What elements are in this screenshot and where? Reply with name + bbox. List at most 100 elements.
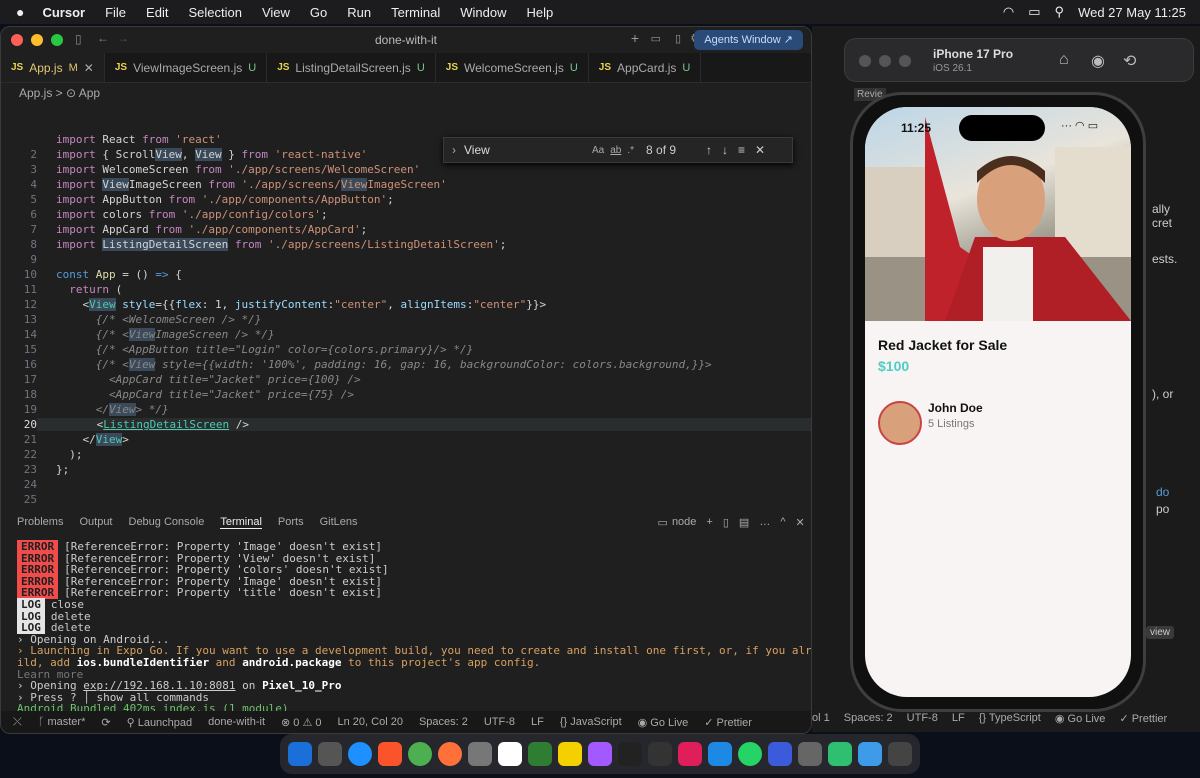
line-number: 16 bbox=[23, 358, 37, 371]
menu-go[interactable]: Go bbox=[310, 5, 327, 20]
project-status[interactable]: done-with-it bbox=[208, 716, 265, 728]
tab-output[interactable]: Output bbox=[79, 516, 112, 528]
menu-edit[interactable]: Edit bbox=[146, 5, 168, 20]
menu-file[interactable]: File bbox=[105, 5, 126, 20]
settings-icon[interactable] bbox=[468, 742, 492, 766]
menu-view[interactable]: View bbox=[262, 5, 290, 20]
menu-window[interactable]: Window bbox=[460, 5, 506, 20]
notion-icon[interactable] bbox=[498, 742, 522, 766]
tab-debug-console[interactable]: Debug Console bbox=[129, 516, 205, 528]
brave-icon[interactable] bbox=[378, 742, 402, 766]
close-button[interactable] bbox=[859, 55, 871, 67]
close-panel-icon[interactable]: ✕ bbox=[796, 516, 805, 529]
mongodb-icon[interactable] bbox=[528, 742, 552, 766]
prettier-status[interactable]: ✓ Prettier bbox=[704, 716, 752, 729]
menu-app-name[interactable]: Cursor bbox=[42, 5, 85, 20]
trash-icon[interactable] bbox=[888, 742, 912, 766]
phone-screen[interactable]: 11:25 ··· ◠ ▭ Red Jacket for Sale $100 J… bbox=[865, 107, 1131, 697]
terminal-icon[interactable]: ▭ bbox=[658, 516, 668, 529]
cursor-position[interactable]: Ln 20, Col 20 bbox=[338, 716, 403, 728]
seller-name[interactable]: John Doe bbox=[928, 401, 983, 415]
seller-listings: 5 Listings bbox=[928, 418, 975, 430]
close-icon[interactable]: ✕ bbox=[84, 61, 94, 75]
folder-icon[interactable] bbox=[858, 742, 882, 766]
firefox-icon[interactable] bbox=[438, 742, 462, 766]
tab-welcomescreen[interactable]: JS WelcomeScreen.js U bbox=[436, 53, 589, 82]
search-icon[interactable]: ⚲ bbox=[1055, 4, 1065, 20]
terminal-icon[interactable] bbox=[618, 742, 642, 766]
cursor-icon[interactable] bbox=[648, 742, 672, 766]
tab-gitlens[interactable]: GitLens bbox=[320, 516, 358, 528]
clock[interactable]: Wed 27 May 11:25 bbox=[1078, 5, 1186, 20]
indentation-status[interactable]: Spaces: 2 bbox=[419, 716, 468, 728]
minimize-button[interactable] bbox=[879, 55, 891, 67]
arrow-up-icon[interactable]: ↑ bbox=[706, 143, 712, 157]
whatsapp-icon[interactable] bbox=[738, 742, 762, 766]
agents-window-button[interactable]: Agents Window ↗ bbox=[694, 30, 803, 50]
notes-icon[interactable] bbox=[558, 742, 582, 766]
trash-icon[interactable]: ▤ bbox=[739, 516, 749, 529]
bg-view-button[interactable]: view bbox=[1146, 626, 1175, 639]
tab-listingdetailscreen[interactable]: JS ListingDetailScreen.js U bbox=[267, 53, 436, 82]
add-terminal-icon[interactable]: + bbox=[706, 516, 712, 528]
safari-icon[interactable] bbox=[348, 742, 372, 766]
rotate-icon[interactable]: ⟲ bbox=[1123, 51, 1136, 71]
go-live-status[interactable]: ◉ Go Live bbox=[638, 716, 689, 729]
home-icon[interactable]: ⌂ bbox=[1059, 51, 1069, 69]
wifi-icon[interactable]: ◠ bbox=[1003, 4, 1014, 20]
menu-selection[interactable]: Selection bbox=[188, 5, 241, 20]
tab-ports[interactable]: Ports bbox=[278, 516, 304, 528]
mail-icon[interactable] bbox=[708, 742, 732, 766]
split-icon[interactable]: ▯ bbox=[723, 516, 729, 529]
tab-status: U bbox=[682, 61, 691, 74]
close-icon[interactable]: ✕ bbox=[755, 143, 765, 157]
line-number: 20 bbox=[23, 418, 37, 431]
eol-status[interactable]: LF bbox=[531, 716, 544, 728]
more-icon[interactable]: … bbox=[759, 516, 770, 528]
slack-icon[interactable] bbox=[678, 742, 702, 766]
problems-status[interactable]: ⊗ 0 ⚠ 0 bbox=[281, 716, 321, 729]
menu-run[interactable]: Run bbox=[347, 5, 371, 20]
match-case-icon[interactable]: Aa bbox=[592, 145, 604, 156]
line-number: 22 bbox=[23, 448, 37, 461]
figma-icon[interactable] bbox=[588, 742, 612, 766]
camera-icon[interactable]: ◉ bbox=[1091, 51, 1105, 71]
tab-app-js[interactable]: JS App.js M ✕ bbox=[1, 53, 105, 82]
sync-icon[interactable]: ⟳ bbox=[101, 716, 110, 729]
xcode-icon[interactable] bbox=[768, 742, 792, 766]
select-lines-icon[interactable]: ≡ bbox=[738, 143, 745, 157]
find-input[interactable]: View bbox=[464, 143, 592, 157]
simulator-icon[interactable] bbox=[798, 742, 822, 766]
terminal-shell[interactable]: node bbox=[672, 516, 696, 528]
branch-status[interactable]: ᚴ master* bbox=[38, 716, 86, 728]
launchpad-status[interactable]: ⚲ Launchpad bbox=[127, 716, 193, 729]
android-studio-icon[interactable] bbox=[828, 742, 852, 766]
maximize-button[interactable] bbox=[899, 55, 911, 67]
remote-icon[interactable]: ⤬ bbox=[13, 716, 22, 729]
finder-icon[interactable] bbox=[288, 742, 312, 766]
tab-viewimagescreen[interactable]: JS ViewImageScreen.js U bbox=[105, 53, 268, 82]
encoding-status[interactable]: UTF-8 bbox=[484, 716, 515, 728]
whole-word-icon[interactable]: ab bbox=[610, 145, 621, 156]
language-status[interactable]: {} JavaScript bbox=[560, 716, 622, 728]
chevron-right-icon[interactable]: › bbox=[452, 143, 456, 157]
launchpad-icon[interactable] bbox=[318, 742, 342, 766]
battery-icon[interactable]: ▭ bbox=[1028, 4, 1040, 20]
menu-help[interactable]: Help bbox=[526, 5, 553, 20]
menu-terminal[interactable]: Terminal bbox=[391, 5, 440, 20]
breadcrumb[interactable]: App.js > ⊙ App bbox=[1, 83, 811, 103]
terminal-output[interactable]: ERROR [ReferenceError: Property 'Image' d… bbox=[17, 540, 811, 727]
regex-icon[interactable]: .* bbox=[627, 145, 634, 156]
code-editor[interactable]: 2 3 4 5 6 7 8 9 10 11 12 13 14 15 16 17 … bbox=[1, 133, 811, 506]
new-icon[interactable]: + bbox=[631, 30, 639, 46]
tab-problems[interactable]: Problems bbox=[17, 516, 63, 528]
tab-appcard[interactable]: JS AppCard.js U bbox=[589, 53, 702, 82]
arrow-down-icon[interactable]: ↓ bbox=[722, 143, 728, 157]
tab-terminal[interactable]: Terminal bbox=[220, 516, 262, 529]
layout-icon[interactable]: ▭ bbox=[651, 32, 661, 45]
panel-icon[interactable]: ▯ bbox=[675, 32, 681, 45]
seller-avatar[interactable] bbox=[878, 401, 922, 445]
apple-icon[interactable]: ● bbox=[16, 4, 24, 20]
chrome-icon[interactable] bbox=[408, 742, 432, 766]
maximize-panel-icon[interactable]: ^ bbox=[780, 516, 785, 528]
